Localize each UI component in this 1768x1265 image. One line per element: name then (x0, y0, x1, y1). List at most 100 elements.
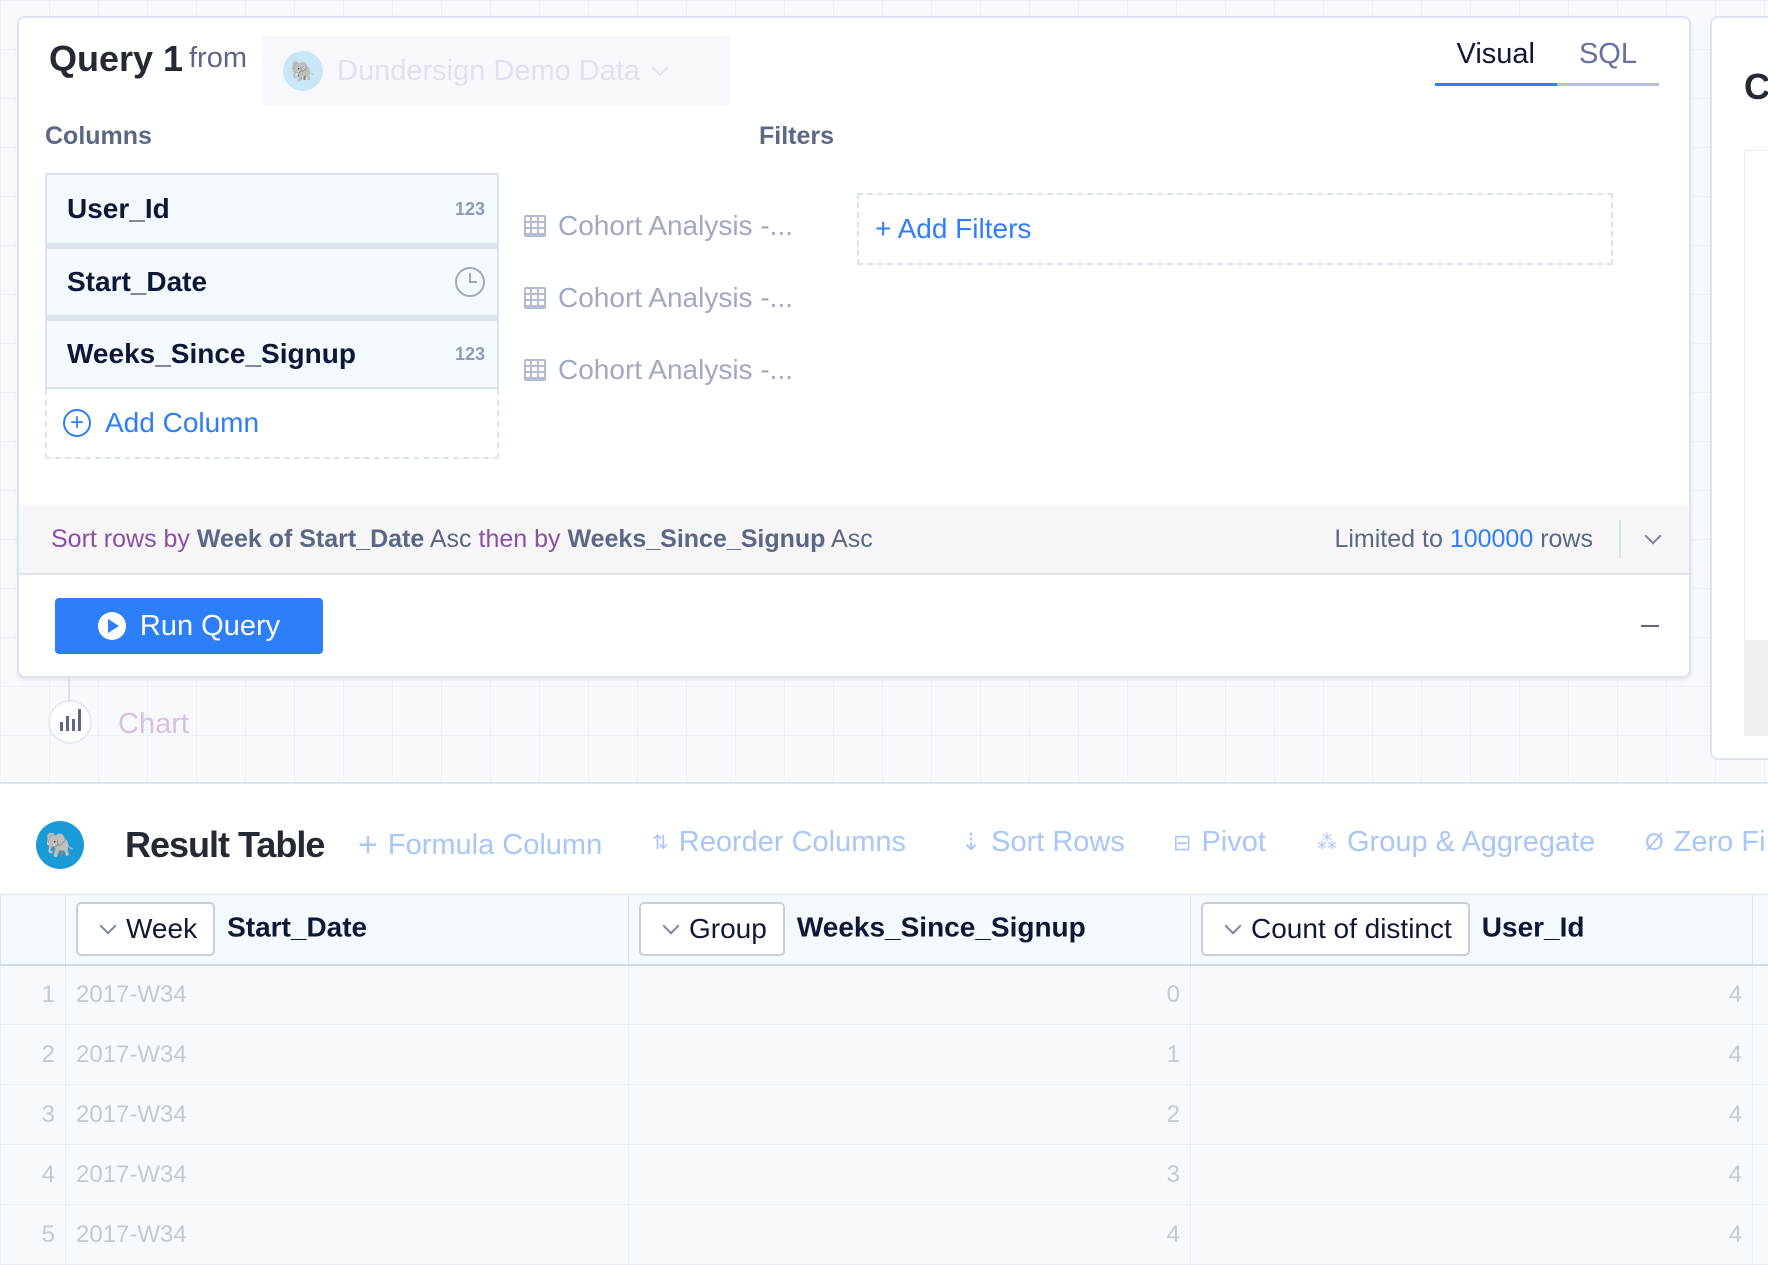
chart-preview (1744, 150, 1768, 650)
pivot-button[interactable]: ⊟ Pivot (1173, 826, 1266, 859)
pivot-icon: ⊟ (1173, 830, 1191, 856)
chevron-down-icon (100, 918, 117, 935)
formula-column-button[interactable]: + Formula Column (358, 826, 602, 865)
chart-panel: Cl (1710, 16, 1768, 760)
limit-label: Limited to (1334, 525, 1442, 554)
query-title: Query 1 (49, 38, 183, 80)
reorder-icon: ⇅ (652, 830, 669, 855)
column-header: Group Weeks_Since_Signup (629, 895, 1191, 965)
reorder-columns-button[interactable]: ⇅ Reorder Columns (652, 826, 906, 859)
column-header (1753, 895, 1768, 965)
run-label: Run Query (140, 610, 280, 643)
chart-panel-title: Cl (1744, 66, 1768, 108)
row-number: 2 (1, 1025, 66, 1085)
aggregation-select[interactable]: Count of distinct (1201, 902, 1470, 956)
cell-weeks-since-signup: 0 (629, 965, 1191, 1025)
row-number-header (1, 895, 66, 965)
cell-week: 2017-W34 (66, 1085, 629, 1145)
source-name: Cohort Analysis -... (558, 354, 793, 386)
aggregation-label: Count of distinct (1251, 913, 1452, 945)
table-icon (524, 215, 546, 237)
chart-preview-footer (1744, 640, 1768, 736)
result-table-panel: 🐘 Result Table +Formula Column ⇅Reorder … (0, 782, 1768, 1240)
column-name: Start_Date (67, 266, 207, 298)
column-name: Weeks_Since_Signup (67, 338, 356, 370)
aggregation-select[interactable]: Week (76, 902, 215, 956)
run-query-button[interactable]: Run Query (55, 598, 323, 654)
cell-weeks-since-signup: 1 (629, 1025, 1191, 1085)
chart-node-label[interactable]: Chart (118, 708, 189, 741)
tool-label: Formula Column (388, 829, 602, 862)
column-name: User_Id (67, 193, 170, 225)
result-title: Result Table (125, 824, 324, 866)
column-header: Week Start_Date (66, 895, 629, 965)
sort-icon: ⇣ (961, 828, 981, 857)
table-icon (524, 359, 546, 381)
sort-bar[interactable]: Sort rows by Week of Start_Date Asc then… (19, 505, 1689, 575)
column-name: Weeks_Since_Signup (797, 912, 1086, 943)
result-table: Week Start_Date Group Weeks_Since_Signup C… (0, 894, 1768, 1265)
sort-text: then by (479, 525, 561, 553)
number-type-icon: 123 (455, 344, 485, 365)
column-source: Cohort Analysis -... (524, 210, 793, 242)
table-row: 52017-W3444 (1, 1205, 1768, 1265)
add-column-button[interactable]: + Add Column (45, 389, 499, 459)
sort-rows-button[interactable]: ⇣ Sort Rows (961, 826, 1125, 859)
aggregation-label: Group (689, 913, 767, 945)
cell-count: 4 (1191, 1085, 1753, 1145)
limit-value[interactable]: 100000 (1450, 525, 1533, 554)
cell-count: 4 (1191, 1025, 1753, 1085)
bar-chart-icon[interactable] (48, 700, 92, 744)
cell-empty (1753, 1025, 1768, 1085)
tool-label: Zero Fi (1674, 826, 1766, 859)
group-aggregate-button[interactable]: ⁂ Group & Aggregate (1317, 826, 1595, 859)
aggregation-select[interactable]: Group (639, 902, 785, 956)
chevron-down-icon[interactable] (1645, 528, 1662, 545)
datasource-select[interactable]: 🐘 Dundersign Demo Data (261, 36, 731, 106)
source-name: Cohort Analysis -... (558, 282, 793, 314)
tab-sql[interactable]: SQL (1557, 38, 1659, 86)
add-filters-button[interactable]: + Add Filters (857, 193, 1613, 265)
column-name: Start_Date (227, 912, 367, 943)
mode-tabs: Visual SQL (1435, 38, 1660, 86)
tool-label: Pivot (1201, 826, 1265, 859)
number-type-icon: 123 (455, 199, 485, 220)
cell-empty (1753, 1145, 1768, 1205)
sort-direction: Asc (831, 525, 873, 553)
tool-label: Reorder Columns (679, 826, 906, 859)
tool-label: Group & Aggregate (1347, 826, 1595, 859)
cell-empty (1753, 965, 1768, 1025)
filters-label: Filters (759, 122, 834, 151)
row-number: 3 (1, 1085, 66, 1145)
sort-text: Sort rows by (51, 525, 190, 553)
sort-field: Weeks_Since_Signup (567, 525, 825, 553)
chevron-down-icon (1225, 918, 1242, 935)
limit-unit: rows (1540, 525, 1593, 554)
table-row: 32017-W3424 (1, 1085, 1768, 1145)
add-column-label: Add Column (105, 407, 259, 439)
tool-label: Sort Rows (991, 826, 1125, 859)
column-source: Cohort Analysis -... (524, 282, 793, 314)
plus-circle-icon: + (63, 409, 91, 437)
group-icon: ⁂ (1317, 830, 1337, 855)
chevron-down-icon (663, 918, 680, 935)
zero-fill-icon: Ø (1645, 829, 1664, 857)
collapse-minus-icon[interactable] (1641, 625, 1659, 627)
tab-visual[interactable]: Visual (1435, 38, 1557, 86)
table-row: 22017-W3414 (1, 1025, 1768, 1085)
column-item[interactable]: User_Id 123 (45, 173, 499, 245)
column-item[interactable]: Start_Date (45, 245, 499, 317)
datasource-name: Dundersign Demo Data (337, 55, 640, 88)
column-source: Cohort Analysis -... (524, 354, 793, 386)
zero-fill-button[interactable]: Ø Zero Fi (1645, 826, 1766, 859)
row-number: 4 (1, 1145, 66, 1205)
cell-week: 2017-W34 (66, 1025, 629, 1085)
row-number: 5 (1, 1205, 66, 1265)
row-number: 1 (1, 965, 66, 1025)
plus-icon: + (358, 826, 378, 865)
column-item[interactable]: Weeks_Since_Signup 123 (45, 317, 499, 389)
source-name: Cohort Analysis -... (558, 210, 793, 242)
cell-empty (1753, 1205, 1768, 1265)
columns-list: User_Id 123 Start_Date Weeks_Since_Signup… (45, 173, 499, 459)
table-icon (524, 287, 546, 309)
